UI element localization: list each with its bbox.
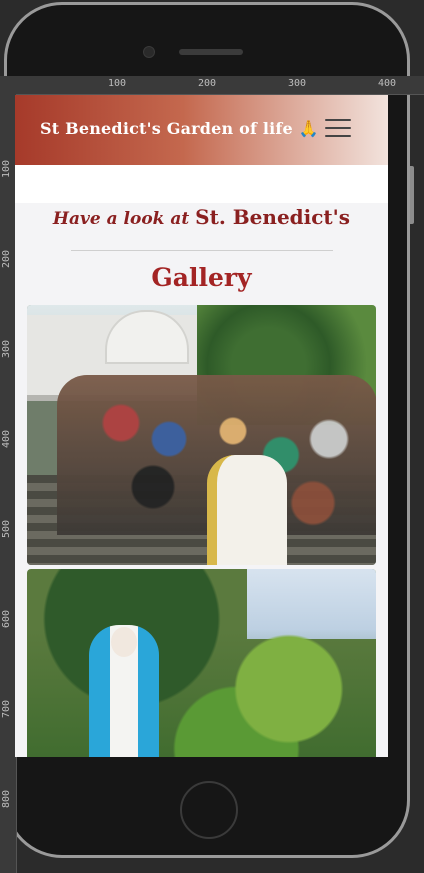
hamburger-menu-icon[interactable] xyxy=(325,119,351,141)
ruler-left-label: 700 xyxy=(1,699,12,718)
gallery-title: Gallery xyxy=(151,263,252,292)
brand-name: St Benedict's Garden of life xyxy=(40,119,293,138)
gallery-photo-statue[interactable] xyxy=(27,569,376,757)
ruler-left-label: 800 xyxy=(1,789,12,808)
navbar: St Benedict's Garden of life 🙏 xyxy=(15,95,388,165)
photo-priest xyxy=(207,455,287,565)
subtitle-lead: Have a look at xyxy=(52,209,190,229)
home-button[interactable] xyxy=(180,781,238,839)
ruler-top-label: 100 xyxy=(108,78,127,89)
ruler-top-label: 300 xyxy=(288,78,307,89)
divider xyxy=(71,250,333,251)
ruler-left-label: 400 xyxy=(1,429,12,448)
photo-statue-head xyxy=(111,627,137,657)
phone-screen: St Benedict's Garden of life 🙏 Have a loo… xyxy=(15,95,388,757)
ruler-top: 100 200 300 400 xyxy=(0,76,424,95)
camera-icon xyxy=(143,46,155,58)
ruler-left-label: 300 xyxy=(1,339,12,358)
gallery-photo-group[interactable] xyxy=(27,305,376,565)
speaker-grille xyxy=(179,49,243,55)
ruler-left-label: 600 xyxy=(1,609,12,628)
navbar-spacer xyxy=(15,165,388,203)
section-subtitle: Have a look at St. Benedict's xyxy=(15,205,388,229)
ruler-top-label: 400 xyxy=(378,78,397,89)
subtitle-name: St. Benedict's xyxy=(195,205,351,229)
praying-hands-icon: 🙏 xyxy=(298,119,320,138)
ruler-top-label: 200 xyxy=(198,78,217,89)
ruler-left-label: 100 xyxy=(1,159,12,178)
side-button[interactable] xyxy=(410,166,414,224)
ruler-left-label: 200 xyxy=(1,249,12,268)
photo-garden xyxy=(27,569,376,757)
ruler-left-label: 500 xyxy=(1,519,12,538)
brand-link[interactable]: St Benedict's Garden of life 🙏 xyxy=(40,119,319,138)
